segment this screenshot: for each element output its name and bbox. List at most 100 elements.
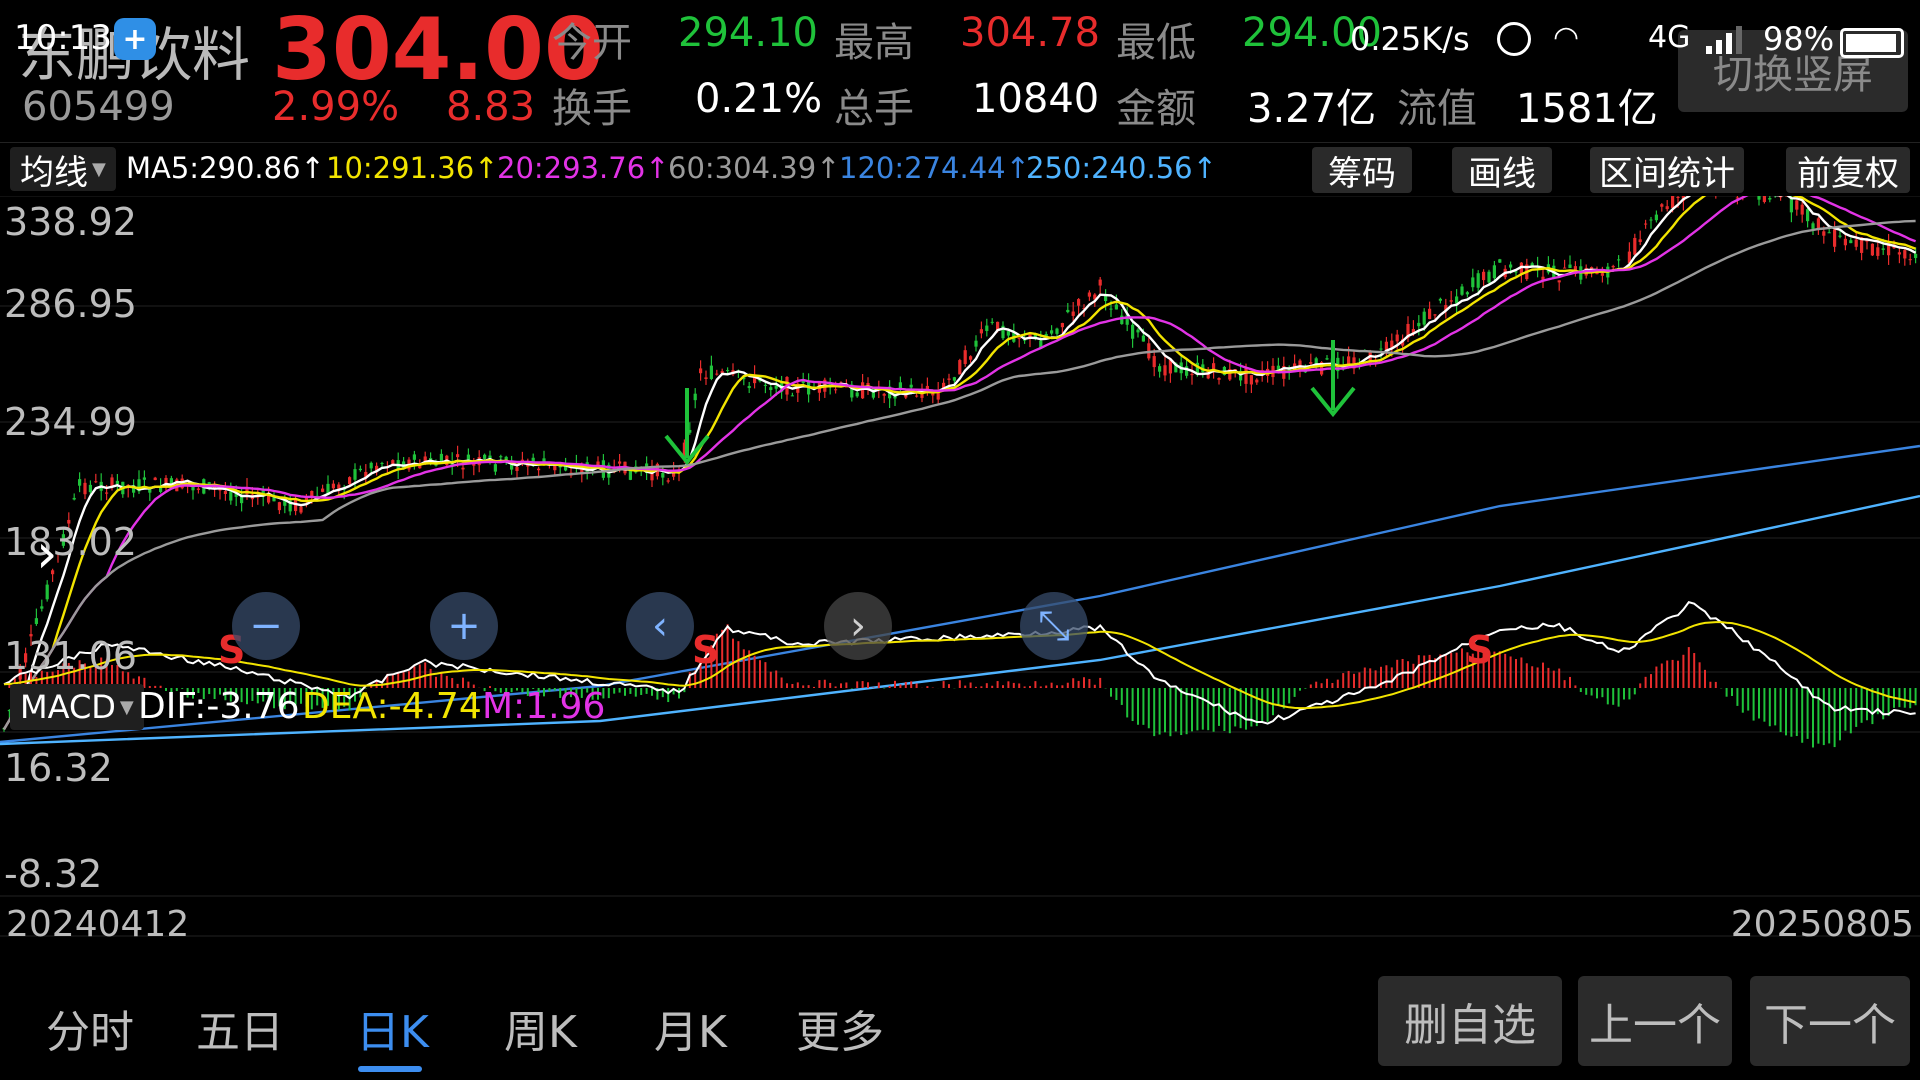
- candle-body: [1854, 239, 1858, 247]
- price-axis-label: 286.95: [4, 282, 137, 326]
- candle-body: [1876, 247, 1880, 256]
- sub-indicator-label: MACD: [20, 688, 116, 726]
- candle-body: [88, 484, 92, 493]
- collapse-icon: ⤡: [1038, 603, 1070, 649]
- sub-indicator-select[interactable]: MACD ▼: [10, 684, 144, 730]
- scroll-right-button[interactable]: ›: [824, 592, 892, 660]
- candle-body: [661, 473, 665, 478]
- macd-bar: [726, 624, 729, 688]
- candle-body: [1098, 279, 1102, 286]
- sell-signal-marker: S: [692, 628, 720, 672]
- macd-legend-bar: MACD ▼ DIF:-3.76 DEA:-4.74 M:1.96: [0, 682, 1920, 732]
- candle-body: [1255, 379, 1259, 383]
- candle-body: [34, 618, 38, 624]
- range-stats-button[interactable]: 区间统计: [1590, 147, 1744, 194]
- candle-body: [1428, 308, 1432, 320]
- candle-body: [196, 488, 200, 490]
- tab-intraday[interactable]: 分时: [46, 996, 134, 1060]
- candle-body: [515, 467, 519, 471]
- candle-body: [223, 491, 227, 494]
- candle-body: [1881, 248, 1885, 250]
- candle-body: [1762, 196, 1766, 202]
- candle-body: [861, 382, 865, 399]
- candle-body: [726, 370, 730, 372]
- kline-chart[interactable]: [0, 196, 1920, 982]
- amount-value: 3.27亿: [1247, 86, 1377, 132]
- draw-line-button[interactable]: 画线: [1452, 147, 1552, 194]
- change-amount: 8.83: [446, 84, 536, 130]
- candle-body: [391, 460, 395, 465]
- macd-bar: [721, 629, 724, 688]
- candle-body: [358, 468, 362, 471]
- active-tab-indicator: [358, 1066, 422, 1072]
- turnover-label: 换手: [552, 86, 632, 132]
- ma60-line: [2, 219, 1916, 730]
- low-label: 最低: [1116, 20, 1196, 66]
- candle-body: [1217, 377, 1221, 380]
- candle-body: [1136, 329, 1140, 333]
- macd-bar: [737, 641, 740, 688]
- tab-daily-k[interactable]: 日K: [356, 996, 429, 1060]
- chips-button[interactable]: 筹码: [1312, 147, 1412, 194]
- candle-body: [1806, 209, 1810, 222]
- zoom-out-button[interactable]: −: [232, 592, 300, 660]
- candle-body: [834, 389, 838, 391]
- candle-body: [1433, 314, 1437, 316]
- candle-body: [958, 360, 962, 375]
- candle-body: [969, 356, 973, 360]
- candle-body: [456, 454, 460, 458]
- candle-body: [1060, 323, 1064, 328]
- tab-weekly-k[interactable]: 周K: [504, 996, 577, 1060]
- candle-body: [947, 378, 951, 380]
- next-stock-button[interactable]: 下一个: [1750, 976, 1910, 1066]
- macd-dea: DEA:-4.74: [302, 686, 482, 727]
- candle-body: [882, 393, 886, 396]
- scroll-left-button[interactable]: ‹: [626, 592, 694, 660]
- candle-body: [94, 481, 98, 483]
- candle-body: [1827, 232, 1831, 234]
- amount-label: 金额: [1116, 86, 1196, 132]
- candle-body: [1638, 239, 1642, 243]
- macd-dif: DIF:-3.76: [138, 686, 300, 727]
- switch-portrait-button[interactable]: 切换竖屏: [1678, 30, 1908, 112]
- tab-more[interactable]: 更多: [796, 996, 884, 1060]
- candle-body: [229, 491, 233, 501]
- price-axis-label: 183.02: [4, 520, 137, 564]
- high-value: 304.78: [960, 10, 1100, 56]
- volume-label: 总手: [834, 86, 914, 132]
- chevron-left-icon: ‹: [652, 603, 668, 649]
- candle-body: [1114, 304, 1118, 310]
- remove-watchlist-button[interactable]: 删自选: [1378, 976, 1562, 1066]
- candle-body: [709, 365, 713, 379]
- price-adjust-button[interactable]: 前复权: [1786, 147, 1910, 194]
- candle-body: [1514, 271, 1518, 273]
- main-indicator-select[interactable]: 均线 ▼: [10, 147, 116, 193]
- candle-body: [855, 392, 859, 397]
- candle-body: [915, 395, 919, 397]
- candle-body: [666, 480, 670, 482]
- turnover-value: 0.21%: [695, 76, 823, 122]
- chevron-down-icon: ▼: [92, 158, 106, 180]
- chevron-right-icon[interactable]: ›: [36, 522, 58, 585]
- candle-body: [1465, 292, 1469, 295]
- candle-body: [380, 463, 384, 465]
- candle-body: [952, 377, 956, 381]
- ma120-value: 120:274.44↑: [839, 151, 1030, 185]
- candle-body: [1017, 337, 1021, 339]
- ma-legend-bar: 均线 ▼ MA5:290.86↑ 10:291.36↑ 20:293.76↑ 60…: [0, 142, 1920, 194]
- zoom-in-button[interactable]: +: [430, 592, 498, 660]
- candle-body: [45, 584, 49, 600]
- candle-body: [1050, 330, 1054, 334]
- candle-body: [461, 467, 465, 470]
- chevron-right-icon: ›: [850, 603, 866, 649]
- tab-monthly-k[interactable]: 月K: [654, 996, 727, 1060]
- candle-body: [704, 377, 708, 379]
- candle-body: [115, 480, 119, 485]
- candle-body: [1611, 265, 1615, 268]
- candle-body: [1066, 309, 1070, 313]
- float-label: 流值: [1397, 86, 1477, 132]
- collapse-button[interactable]: ⤡: [1020, 592, 1088, 660]
- candle-body: [348, 477, 352, 485]
- previous-stock-button[interactable]: 上一个: [1578, 976, 1732, 1066]
- tab-five-day[interactable]: 五日: [196, 996, 284, 1060]
